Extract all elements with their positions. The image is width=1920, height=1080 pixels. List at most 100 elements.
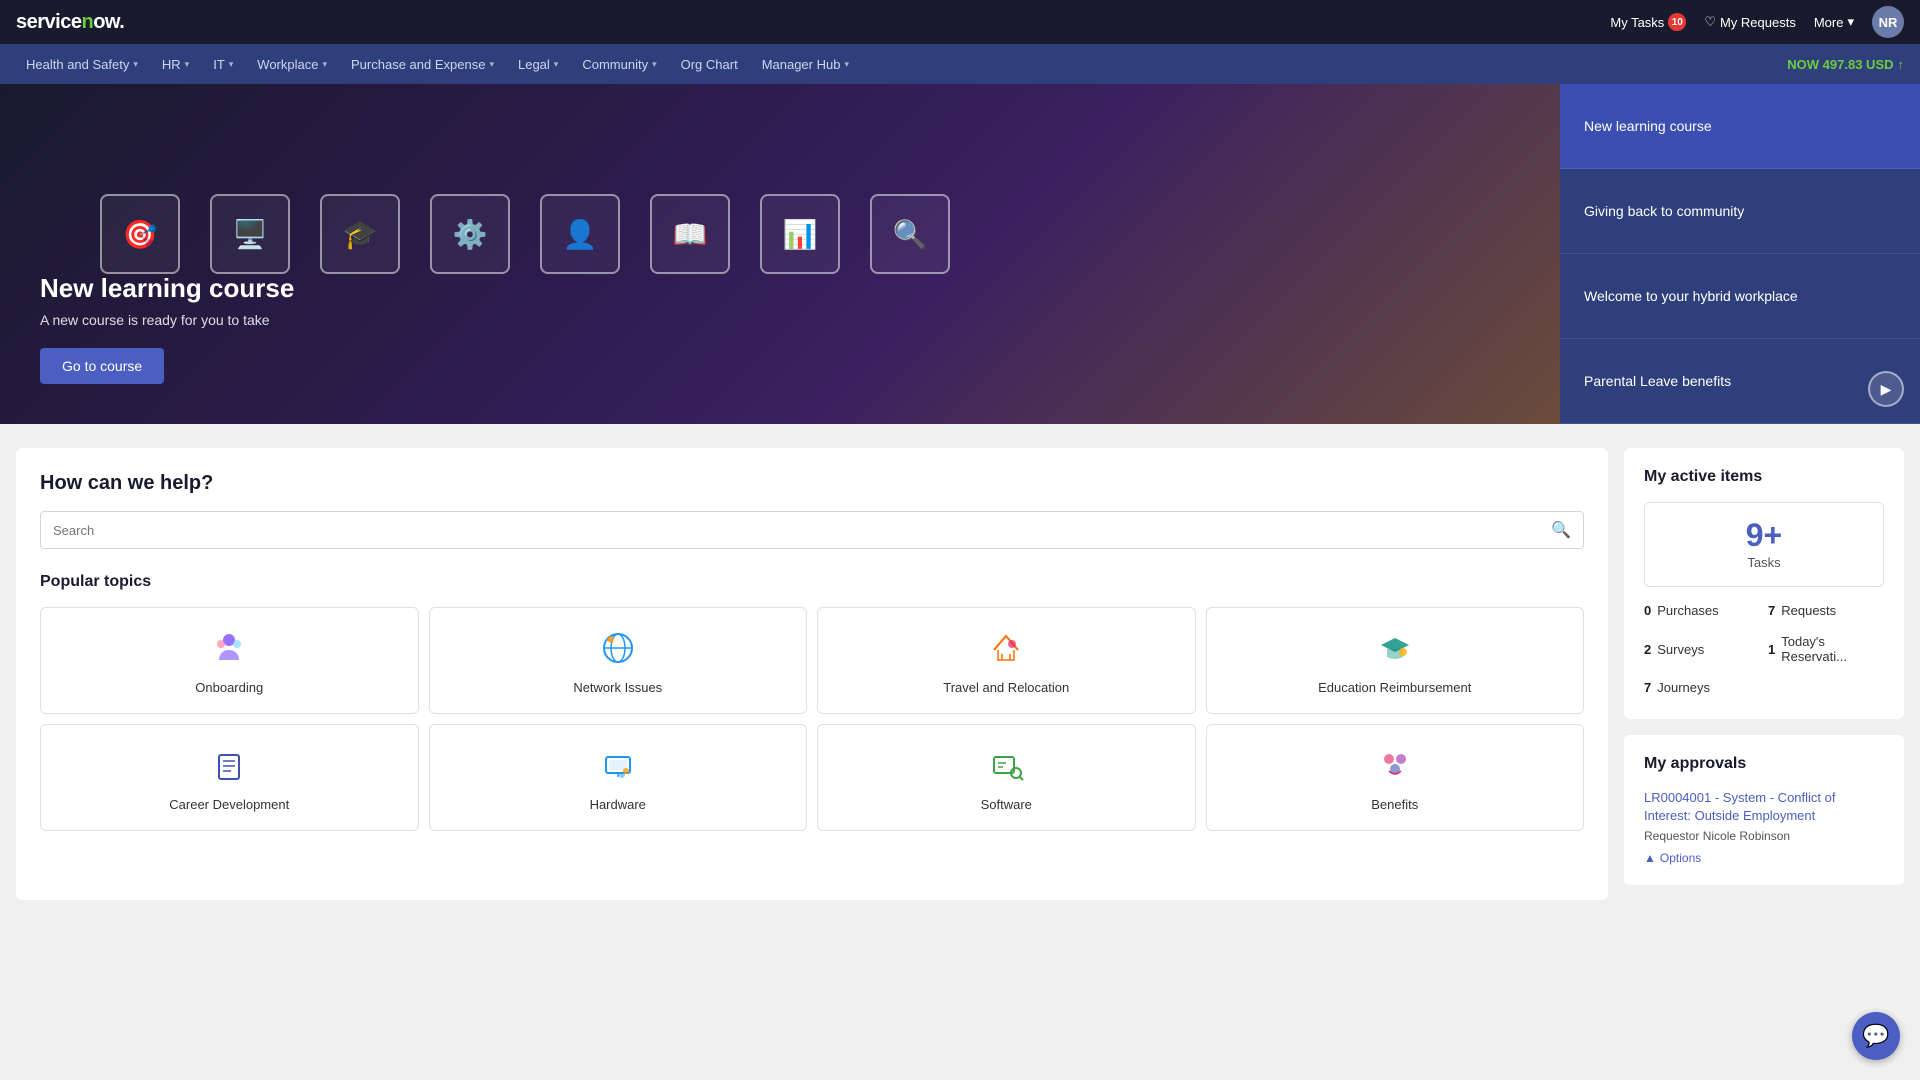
- hero-icon-graduation: 🎓: [320, 194, 400, 274]
- approval-requestor: Requestor Nicole Robinson: [1644, 829, 1884, 843]
- chevron-down-icon: ▾: [652, 59, 657, 70]
- hero-icon-person: 👤: [540, 194, 620, 274]
- stat-purchases[interactable]: 0 Purchases: [1644, 599, 1760, 622]
- nav-it[interactable]: IT ▾: [203, 44, 243, 84]
- logo-text: servicenow.: [16, 11, 124, 34]
- topic-label-onboarding: Onboarding: [195, 680, 263, 697]
- help-section: How can we help? 🔍 Popular topics Onboar…: [16, 448, 1608, 900]
- stat-reservations[interactable]: 1 Today's Reservati...: [1768, 630, 1884, 668]
- nav-legal[interactable]: Legal ▾: [508, 44, 568, 84]
- avatar[interactable]: NR: [1872, 6, 1904, 38]
- travel-icon: [988, 628, 1024, 668]
- go-to-course-button[interactable]: Go to course: [40, 348, 164, 384]
- topic-software[interactable]: Software: [817, 724, 1196, 831]
- heart-icon: ♡: [1704, 14, 1716, 30]
- search-bar: 🔍: [40, 511, 1584, 549]
- approval-item-link[interactable]: LR0004001 - System - Conflict of Interes…: [1644, 790, 1835, 823]
- stat-journeys[interactable]: 7 Journeys: [1644, 676, 1760, 699]
- chevron-down-icon: ▾: [229, 59, 234, 70]
- topics-grid: Onboarding Network Issues Travel and Rel…: [40, 607, 1584, 831]
- chevron-down-icon: ▾: [1847, 14, 1854, 30]
- tasks-badge: 10: [1668, 13, 1686, 31]
- my-tasks-label: My Tasks: [1610, 15, 1664, 30]
- chevron-down-icon: ▾: [844, 59, 849, 70]
- main-content: How can we help? 🔍 Popular topics Onboar…: [0, 424, 1920, 924]
- topic-network-issues[interactable]: Network Issues: [429, 607, 808, 714]
- approvals-title: My approvals: [1644, 755, 1884, 773]
- topic-label-software: Software: [981, 797, 1032, 814]
- nav-bar: Health and Safety ▾ HR ▾ IT ▾ Workplace …: [0, 44, 1920, 84]
- hero-sidebar-item-1[interactable]: Giving back to community: [1560, 169, 1920, 254]
- approval-options-link[interactable]: ▲ Options: [1644, 851, 1884, 865]
- approvals-card: My approvals LR0004001 - System - Confli…: [1624, 735, 1904, 885]
- hero-icon-book: 📖: [650, 194, 730, 274]
- topic-benefits[interactable]: Benefits: [1206, 724, 1585, 831]
- topic-career[interactable]: Career Development: [40, 724, 419, 831]
- chat-bubble-button[interactable]: 💬: [1852, 1012, 1900, 1060]
- hero-main: 🎯 🖥️ 🎓 ⚙️ 👤 📖 📊 🔍 New learning course A …: [0, 84, 1560, 424]
- top-bar: servicenow. My Tasks 10 ♡ My Requests Mo…: [0, 0, 1920, 44]
- search-input[interactable]: [53, 523, 1551, 538]
- tasks-label: Tasks: [1661, 555, 1867, 570]
- chevron-down-icon: ▾: [133, 59, 138, 70]
- top-right-nav: My Tasks 10 ♡ My Requests More ▾ NR: [1610, 6, 1904, 38]
- chevron-down-icon: ▾: [322, 59, 327, 70]
- topic-label-benefits: Benefits: [1371, 797, 1418, 814]
- stat-requests[interactable]: 7 Requests: [1768, 599, 1884, 622]
- topic-education[interactable]: Education Reimbursement: [1206, 607, 1585, 714]
- nav-health-safety[interactable]: Health and Safety ▾: [16, 44, 148, 84]
- currency-display: NOW 497.83 USD ↑: [1787, 57, 1904, 72]
- nav-workplace[interactable]: Workplace ▾: [247, 44, 337, 84]
- stats-grid: 0 Purchases 7 Requests 2 Surveys 1 Today…: [1644, 599, 1884, 699]
- topic-label-hardware: Hardware: [590, 797, 646, 814]
- topic-onboarding[interactable]: Onboarding: [40, 607, 419, 714]
- topic-travel-relocation[interactable]: Travel and Relocation: [817, 607, 1196, 714]
- chevron-down-icon: ▾: [489, 59, 494, 70]
- nav-org-chart[interactable]: Org Chart: [671, 44, 748, 84]
- hero-icon-monitor: 🖥️: [210, 194, 290, 274]
- nav-manager-hub[interactable]: Manager Hub ▾: [752, 44, 859, 84]
- topic-label-career: Career Development: [169, 797, 289, 814]
- help-title: How can we help?: [40, 472, 1584, 495]
- hero-icon-chart: 📊: [760, 194, 840, 274]
- topic-label-education: Education Reimbursement: [1318, 680, 1471, 697]
- more-label: More: [1814, 15, 1844, 30]
- topic-hardware[interactable]: Hardware: [429, 724, 808, 831]
- my-requests-item[interactable]: ♡ My Requests: [1704, 14, 1796, 30]
- my-requests-label: My Requests: [1720, 15, 1796, 30]
- tasks-count: 9+: [1661, 519, 1867, 551]
- logo-now: n: [81, 11, 93, 33]
- search-icon: 🔍: [1551, 520, 1571, 540]
- hardware-icon: [600, 745, 636, 785]
- nav-hr[interactable]: HR ▾: [152, 44, 199, 84]
- hero-title: New learning course: [40, 273, 1520, 304]
- right-panel: My active items 9+ Tasks 0 Purchases 7 R…: [1624, 448, 1904, 900]
- hero-sidebar: New learning course Giving back to commu…: [1560, 84, 1920, 424]
- popular-topics-title: Popular topics: [40, 573, 1584, 591]
- more-item[interactable]: More ▾: [1814, 14, 1854, 30]
- software-icon: [988, 745, 1024, 785]
- stat-surveys[interactable]: 2 Surveys: [1644, 630, 1760, 668]
- chevron-down-icon: ▾: [554, 59, 559, 70]
- nav-purchase-expense[interactable]: Purchase and Expense ▾: [341, 44, 504, 84]
- chat-icon: 💬: [1862, 1023, 1889, 1049]
- play-button[interactable]: ▶: [1868, 371, 1904, 407]
- hero-section: 🎯 🖥️ 🎓 ⚙️ 👤 📖 📊 🔍 New learning course A …: [0, 84, 1920, 424]
- arrow-up-icon: ↑: [1898, 57, 1905, 72]
- education-icon: [1377, 628, 1413, 668]
- hero-sidebar-item-0[interactable]: New learning course: [1560, 84, 1920, 169]
- active-items-title: My active items: [1644, 468, 1884, 486]
- hero-content: New learning course A new course is read…: [40, 273, 1520, 384]
- nav-items: Health and Safety ▾ HR ▾ IT ▾ Workplace …: [16, 44, 859, 84]
- benefits-icon: [1377, 745, 1413, 785]
- tasks-big-display: 9+ Tasks: [1644, 502, 1884, 587]
- hero-sidebar-item-3[interactable]: Parental Leave benefits ▶: [1560, 339, 1920, 424]
- topic-label-travel: Travel and Relocation: [943, 680, 1069, 697]
- hero-icon-target: 🎯: [100, 194, 180, 274]
- my-tasks-item[interactable]: My Tasks 10: [1610, 13, 1686, 31]
- nav-community[interactable]: Community ▾: [572, 44, 666, 84]
- hero-subtitle: A new course is ready for you to take: [40, 312, 1520, 328]
- logo[interactable]: servicenow.: [16, 11, 124, 34]
- hero-sidebar-item-2[interactable]: Welcome to your hybrid workplace: [1560, 254, 1920, 339]
- career-icon: [211, 745, 247, 785]
